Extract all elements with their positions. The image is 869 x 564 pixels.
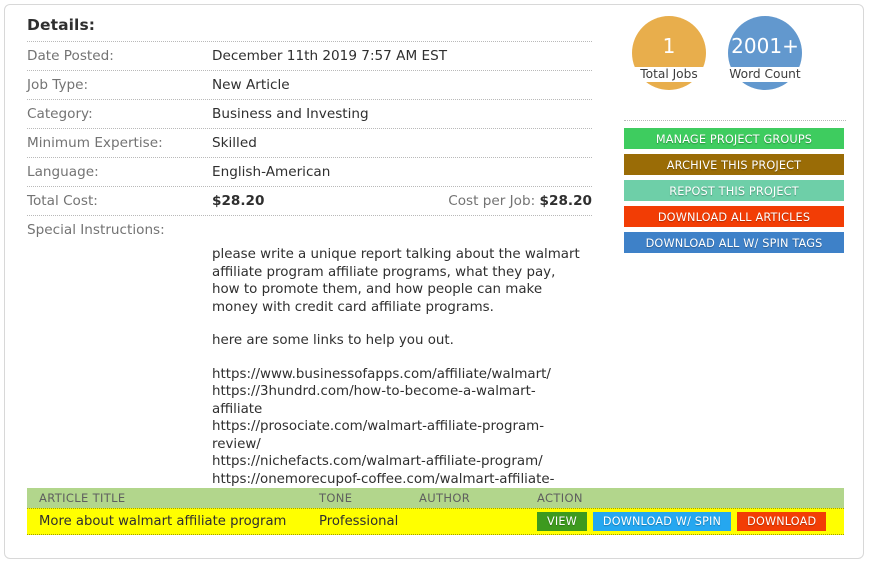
cell-actions: VIEW DOWNLOAD W/ SPIN DOWNLOAD (537, 512, 844, 531)
detail-value: English-American (212, 164, 331, 180)
detail-row-date-posted: Date Posted: December 11th 2019 7:57 AM … (27, 42, 592, 70)
column-header-article-title: ARTICLE TITLE (39, 491, 126, 505)
detail-row-category: Category: Business and Investing (27, 100, 592, 128)
detail-row-language: Language: English-American (27, 158, 592, 186)
right-column: 1 Total Jobs 2001+ Word Count MANAGE PRO… (622, 16, 846, 258)
instructions-link: https://3hundrd.com/how-to-become-a-walm… (212, 384, 536, 417)
instructions-links: https://www.businessofapps.com/affiliate… (212, 366, 584, 506)
badge-label: Total Jobs (622, 67, 716, 82)
detail-label: Language: (27, 164, 99, 180)
detail-label: Job Type: (27, 77, 89, 93)
instructions-paragraph-2: here are some links to help you out. (212, 333, 454, 348)
page-title: Details: (27, 16, 96, 34)
stat-badges: 1 Total Jobs 2001+ Word Count (622, 16, 846, 110)
badge-label: Word Count (718, 67, 812, 82)
detail-row-total-cost: Total Cost: $28.20 Cost per Job: $28.20 (27, 187, 592, 215)
column-header-tone: TONE (319, 491, 353, 505)
detail-value: December 11th 2019 7:57 AM EST (212, 48, 448, 64)
total-cost-value: $28.20 (212, 193, 265, 209)
badge-word-count: 2001+ Word Count (718, 16, 812, 110)
instructions-paragraph-1: please write a unique report talking abo… (212, 247, 580, 315)
instructions-link: https://prosociate.com/walmart-affiliate… (212, 419, 545, 452)
archive-this-project-button[interactable]: ARCHIVE THIS PROJECT (624, 154, 844, 175)
instructions-link: https://www.businessofapps.com/affiliate… (212, 366, 551, 382)
detail-value: Skilled (212, 135, 257, 151)
download-with-spin-button[interactable]: DOWNLOAD W/ SPIN (592, 512, 732, 531)
detail-row-job-type: Job Type: New Article (27, 71, 592, 99)
badge-total-jobs: 1 Total Jobs (622, 16, 716, 110)
detail-value: New Article (212, 77, 290, 93)
instructions-link: https://nichefacts.com/walmart-affiliate… (212, 454, 543, 469)
cost-per-job-label: Cost per Job: (448, 193, 536, 209)
repost-this-project-button[interactable]: REPOST THIS PROJECT (624, 180, 844, 201)
cell-tone: Professional (319, 514, 399, 529)
detail-label: Minimum Expertise: (27, 135, 163, 151)
special-instructions-label: Special Instructions: (27, 222, 165, 238)
download-all-spin-tags-button[interactable]: DOWNLOAD ALL W/ SPIN TAGS (624, 232, 844, 253)
table-header-row: ARTICLE TITLE TONE AUTHOR ACTION (27, 488, 844, 508)
articles-table: ARTICLE TITLE TONE AUTHOR ACTION More ab… (27, 488, 844, 535)
cell-article-title: More about walmart affiliate program (39, 514, 287, 529)
project-details-page: Details: Date Posted: December 11th 2019… (0, 0, 869, 564)
download-button[interactable]: DOWNLOAD (737, 512, 827, 531)
table-row: More about walmart affiliate program Pro… (27, 508, 844, 535)
detail-value: Business and Investing (212, 106, 369, 122)
detail-label: Date Posted: (27, 48, 114, 64)
cost-per-job: Cost per Job: $28.20 (448, 193, 592, 209)
special-instructions-body: please write a unique report talking abo… (212, 240, 584, 506)
view-button[interactable]: VIEW (537, 512, 587, 531)
detail-row-minimum-expertise: Minimum Expertise: Skilled (27, 129, 592, 157)
cost-per-job-value: $28.20 (539, 193, 592, 209)
divider (624, 120, 846, 121)
column-header-action: ACTION (537, 491, 583, 505)
detail-label: Category: (27, 106, 93, 122)
total-cost-label: Total Cost: (27, 193, 98, 209)
column-header-author: AUTHOR (419, 491, 471, 505)
action-button-group: MANAGE PROJECT GROUPS ARCHIVE THIS PROJE… (624, 128, 846, 253)
download-all-articles-button[interactable]: DOWNLOAD ALL ARTICLES (624, 206, 844, 227)
manage-project-groups-button[interactable]: MANAGE PROJECT GROUPS (624, 128, 844, 149)
details-panel: Details: Date Posted: December 11th 2019… (27, 16, 592, 506)
